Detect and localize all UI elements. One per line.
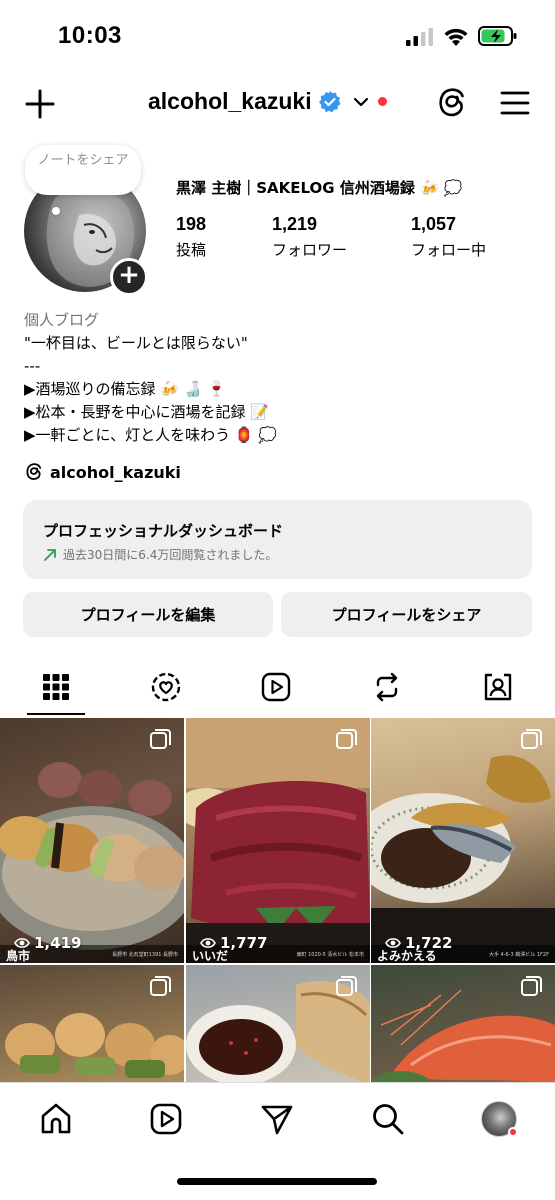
reposts-icon xyxy=(376,672,398,702)
multiple-photos-icon xyxy=(336,976,357,996)
view-count-value: 1,777 xyxy=(220,934,268,952)
note-share-bubble[interactable]: ノートをシェア xyxy=(25,145,141,195)
note-bubble-tail xyxy=(52,207,60,215)
post-thumbnail[interactable]: 鳥市 長野市 北石堂町1391 長野市 1,419 xyxy=(0,718,184,963)
threads-link-label: alcohol_kazuki xyxy=(50,462,181,482)
dashboard-subtitle: 過去30日間に6.4万回閲覧されました。 xyxy=(63,548,278,562)
post-thumbnail[interactable] xyxy=(0,965,184,1082)
display-name: 黒澤 主樹｜SAKELOG 信州酒場録 🍻 💭 xyxy=(176,179,463,197)
multiple-photos-icon xyxy=(336,729,357,749)
post-caption-address: 東町 1020-5 清水ビル 松本市 xyxy=(296,952,364,958)
wifi-icon xyxy=(444,28,468,46)
nav-reels[interactable] xyxy=(146,1099,186,1139)
bio: 個人ブログ "一杯目は、ビールとは限らない" --- ▶酒場巡りの備忘録 🍻 🍶… xyxy=(24,309,277,447)
add-story-button[interactable]: + xyxy=(110,258,148,296)
stat-following-value: 1,057 xyxy=(411,214,457,234)
bio-line: --- xyxy=(24,357,41,375)
horse-sashimi-photo xyxy=(186,718,370,963)
tempura-photo xyxy=(371,755,555,963)
create-plus-icon[interactable] xyxy=(24,88,56,120)
profile-tabs xyxy=(0,660,555,718)
home-icon xyxy=(41,1103,71,1134)
bio-line: ▶一軒ごとに、灯と人を味わう 🏮 💭 xyxy=(24,426,277,444)
tab-tagged[interactable] xyxy=(468,660,528,714)
battery-icon xyxy=(478,26,517,46)
menu-hamburger-icon[interactable] xyxy=(500,88,530,118)
post-caption-address: 大手 4-6-3 鵜澤ビル 1F2F xyxy=(488,952,549,958)
stat-following[interactable]: 1,057 フォロー中 xyxy=(411,214,486,260)
nav-search[interactable] xyxy=(368,1099,408,1139)
status-time: 10:03 xyxy=(58,22,122,49)
bio-line: ▶酒場巡りの備忘録 🍻 🍶 🍷 xyxy=(24,380,226,398)
profile-avatar-small xyxy=(481,1101,518,1137)
tagged-icon xyxy=(484,673,512,701)
view-count: 1,722 xyxy=(385,934,452,952)
nav-home[interactable] xyxy=(36,1099,76,1139)
threads-icon[interactable] xyxy=(436,86,468,120)
edit-profile-button[interactable]: プロフィールを編集 xyxy=(23,592,273,637)
stat-posts-label: 投稿 xyxy=(176,241,207,259)
share-profile-button[interactable]: プロフィールをシェア xyxy=(281,592,532,637)
eye-icon xyxy=(200,938,216,948)
stat-followers-value: 1,219 xyxy=(272,214,318,234)
stat-followers-label: フォロワー xyxy=(272,241,348,259)
stat-following-label: フォロー中 xyxy=(411,241,487,259)
bio-category: 個人ブログ xyxy=(24,311,100,329)
view-count-value: 1,419 xyxy=(34,934,82,952)
eye-icon xyxy=(385,938,401,948)
tab-grid[interactable] xyxy=(26,660,86,714)
tab-reels-favorites[interactable] xyxy=(136,660,196,714)
reels-icon xyxy=(261,672,291,702)
trend-up-arrow-icon xyxy=(44,548,56,561)
home-indicator xyxy=(177,1178,377,1185)
stat-followers[interactable]: 1,219 フォロワー xyxy=(272,214,347,260)
bio-line: ▶松本・長野を中心に酒場を記録 📝 xyxy=(24,403,269,421)
account-switcher[interactable]: alcohol_kazuki xyxy=(148,88,387,115)
send-paper-plane-icon xyxy=(261,1105,293,1135)
multiple-photos-icon xyxy=(521,976,542,996)
post-thumbnail[interactable] xyxy=(371,965,555,1082)
nav-profile[interactable] xyxy=(479,1099,519,1139)
reels-icon xyxy=(150,1103,182,1135)
username: alcohol_kazuki xyxy=(148,88,312,114)
posts-grid: 鳥市 長野市 北石堂町1391 長野市 1,419 いいだ 東町 1020-5 … xyxy=(0,718,555,1082)
yakitori-photo xyxy=(0,762,184,950)
grid-icon xyxy=(43,674,69,700)
professional-dashboard[interactable]: プロフェッショナルダッシュボード 過去30日間に6.4万回閲覧されました。 xyxy=(23,500,532,579)
view-count: 1,419 xyxy=(14,934,81,952)
multiple-photos-icon xyxy=(150,729,171,749)
stat-posts-value: 198 xyxy=(176,214,207,234)
post-thumbnail[interactable]: よみかえる 大手 4-6-3 鵜澤ビル 1F2F 1,722 xyxy=(371,718,555,963)
dashboard-subtitle-row: 過去30日間に6.4万回閲覧されました。 xyxy=(43,546,532,563)
verified-badge-icon xyxy=(318,90,341,112)
chevron-down-icon xyxy=(353,97,368,106)
eye-icon xyxy=(14,938,30,948)
tab-reposts[interactable] xyxy=(357,660,417,714)
notification-dot xyxy=(508,1127,518,1137)
stat-posts[interactable]: 198 投稿 xyxy=(176,214,206,260)
status-bar: 10:03 xyxy=(0,0,555,72)
view-count: 1,777 xyxy=(200,934,267,952)
active-tab-indicator xyxy=(27,713,85,715)
dashboard-title: プロフェッショナルダッシュボード xyxy=(43,522,284,540)
cellular-signal-icon xyxy=(406,28,433,46)
reels-fav-icon xyxy=(151,672,181,702)
threads-small-icon xyxy=(26,463,42,480)
nav-direct-messages[interactable] xyxy=(257,1099,297,1139)
bio-line: "一杯目は、ビールとは限らない" xyxy=(24,334,248,352)
view-count-value: 1,722 xyxy=(405,934,453,952)
threads-profile-link[interactable]: alcohol_kazuki xyxy=(24,462,181,482)
multiple-photos-icon xyxy=(521,729,542,749)
multiple-photos-icon xyxy=(150,976,171,996)
tab-reels[interactable] xyxy=(246,660,306,714)
post-caption-address: 長野市 北石堂町1391 長野市 xyxy=(112,952,178,958)
post-thumbnail[interactable] xyxy=(186,965,370,1082)
profile-header: alcohol_kazuki xyxy=(0,80,555,126)
notification-dot xyxy=(377,97,387,106)
post-thumbnail[interactable]: いいだ 東町 1020-5 清水ビル 松本市 1,777 xyxy=(186,718,370,963)
search-icon xyxy=(373,1104,404,1135)
